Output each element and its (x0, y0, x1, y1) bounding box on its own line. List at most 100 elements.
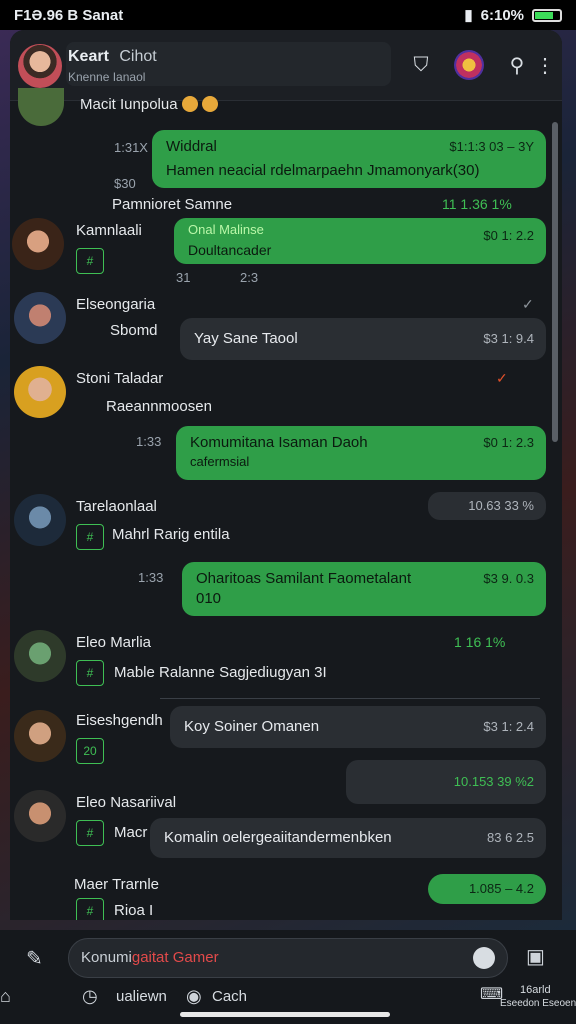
header-title-tag: Cihot (119, 48, 157, 65)
message-meta: 83 6 2.5 (487, 830, 534, 845)
divider (160, 698, 540, 699)
message-meta: $3 1: 9.4 (483, 331, 534, 346)
message-meta: $3 9. 0.3 (483, 571, 534, 586)
nav-item-1[interactable]: ualiewn (116, 988, 167, 1005)
avatar[interactable] (14, 366, 66, 418)
clock-icon[interactable]: ◷ (82, 986, 98, 1007)
message-line: Widdral (166, 138, 217, 155)
below-text: Pamnioret Samne (112, 196, 233, 213)
message-meta: $3 1: 2.4 (483, 719, 534, 734)
message-line: Onal Malinse (188, 222, 264, 237)
rank-badge: # (76, 820, 104, 846)
message-line: Doultancader (188, 242, 272, 258)
message-bubble[interactable]: 10.63 33 % (428, 492, 546, 520)
header-avatar[interactable] (18, 44, 62, 88)
message-input[interactable]: Konumigaitat Gamer (68, 938, 508, 978)
read-tick-icon: ✓ (522, 296, 534, 312)
sender-sub: Raeannmoosen (106, 398, 212, 415)
message-meta: $0 1: 2.3 (483, 435, 534, 450)
sender-sub: Mable Ralanne Sagjediugyan 3I (114, 664, 327, 681)
rank-badge: # (76, 898, 104, 920)
shield-icon[interactable]: ⛉ (408, 52, 434, 78)
game-avatar-icon[interactable] (454, 50, 484, 80)
home-indicator[interactable] (180, 1012, 390, 1017)
rank-badge: # (76, 248, 104, 274)
message-meta: $0 1: 2.2 (483, 228, 534, 243)
message-line: Koy Soiner Omanen (184, 718, 320, 735)
nav-item-3-line1: 16arld (520, 984, 551, 996)
battery-text: 6:10% (480, 6, 524, 24)
rank-badge: # (76, 660, 104, 686)
rank-badge: # (76, 524, 104, 550)
message-line: 010 (196, 590, 222, 607)
home-icon[interactable]: ⌂ (0, 986, 11, 1007)
avatar[interactable] (14, 710, 66, 762)
header-subtitle: Knenne Ianaol (68, 70, 146, 84)
sender-name: Tarelaonlaal (76, 498, 157, 515)
message-meta: $1:1:3 03 – 3Y (449, 139, 534, 154)
search-icon[interactable]: ⚲ (504, 52, 530, 78)
message-bubble[interactable]: 10.153 39 %2 (346, 760, 546, 804)
sticker-icon[interactable]: ▣ (526, 944, 545, 969)
message-line: Komalin oelergeaiitandermenbken (164, 829, 392, 846)
nav-item-2[interactable]: Cach (212, 988, 247, 1005)
scrollbar[interactable] (552, 122, 558, 442)
message-line: Hamen neacial rdelmarpaehn Jmamonyark(30… (166, 162, 480, 179)
avatar[interactable] (14, 494, 66, 546)
read-meta: 1 16 1% (454, 634, 506, 650)
sender-name: Kamnlaali (76, 222, 142, 239)
nav-item-3-line2: Eseedon Eseoen (500, 998, 576, 1009)
message-bubble[interactable]: Komalin oelergeaiitandermenbken 83 6 2.5 (150, 818, 546, 858)
sender-name: Macit (80, 96, 116, 113)
avatar[interactable] (14, 292, 66, 344)
below-meta: 2:3 (240, 270, 259, 285)
message-time: 1:33 (136, 434, 162, 449)
signal-icon: ▮ (464, 7, 473, 24)
chat-panel: Keart Cihot Knenne Ianaol ⛉ ⚲ ⋮ Macit Iu… (10, 30, 562, 920)
attach-icon[interactable]: ✎ (26, 946, 43, 971)
sender-sub: Iunpolua (120, 96, 178, 113)
sender-sub: Macr (114, 824, 148, 841)
message-meta: 10.153 39 %2 (453, 774, 534, 789)
chat-icon[interactable]: ◉ (186, 986, 202, 1007)
camera-icon[interactable] (473, 947, 495, 969)
below-text: 31 (176, 270, 191, 285)
sender-name: Elseongaria (76, 296, 156, 313)
avatar[interactable] (12, 218, 64, 270)
message-bubble[interactable]: Yay Sane Taool $3 1: 9.4 (180, 318, 546, 360)
message-bubble[interactable]: Koy Soiner Omanen $3 1: 2.4 (170, 706, 546, 748)
avatar[interactable] (14, 790, 66, 842)
battery-icon (532, 8, 562, 22)
message-line: Yay Sane Taool (194, 330, 298, 347)
message-time: 1:33 (138, 570, 164, 585)
status-bar: F1Ə.96 B Sanat ▮ 6:10% (0, 0, 576, 30)
header-title: Keart (68, 48, 109, 65)
input-placeholder-red: gaitat Gamer (131, 949, 219, 966)
read-tick-icon: ✓ (496, 370, 508, 386)
input-placeholder: Konumi (81, 949, 132, 966)
read-meta: 11 1.36 1% (442, 196, 512, 212)
sender-sub: Sbomd (110, 322, 158, 339)
message-bubble[interactable]: Oharitoas Samilant Faometalant 010 $3 9.… (182, 562, 546, 616)
message-line: cafermsial (190, 454, 250, 469)
status-left-text: F1Ə.96 B Sanat (14, 6, 124, 24)
avatar[interactable] (14, 630, 66, 682)
avatar[interactable] (18, 88, 64, 126)
message-time: 1:31X (114, 140, 148, 155)
message-line: Oharitoas Samilant Faometalant (196, 570, 412, 587)
rank-badge: 20 (76, 738, 104, 764)
sender-name: Eleo Nasariival (76, 794, 177, 811)
sender-sub: Rioa I (114, 902, 154, 919)
sender-name: Eiseshgendh (76, 712, 163, 729)
more-icon[interactable]: ⋮ (535, 52, 555, 78)
bottom-nav: ⌂ ◷ ualiewn ◉ Cach ⌨ 16arld Eseedon Eseo… (0, 982, 576, 1024)
sender-name: Maer Trarnle (74, 876, 160, 893)
message-meta: 10.63 33 % (468, 498, 534, 513)
message-bubble[interactable]: Widdral Hamen neacial rdelmarpaehn Jmamo… (152, 130, 546, 188)
message-bubble[interactable]: Onal Malinse Doultancader $0 1: 2.2 (174, 218, 546, 264)
message-line: Komumitana Isaman Daoh (190, 434, 368, 451)
message-bubble[interactable]: 1.085 – 4.2 (428, 874, 546, 904)
sender-name: Eleo Marlia (76, 634, 152, 651)
message-meta: 1.085 – 4.2 (468, 881, 534, 896)
message-bubble[interactable]: Komumitana Isaman Daoh cafermsial $0 1: … (176, 426, 546, 480)
